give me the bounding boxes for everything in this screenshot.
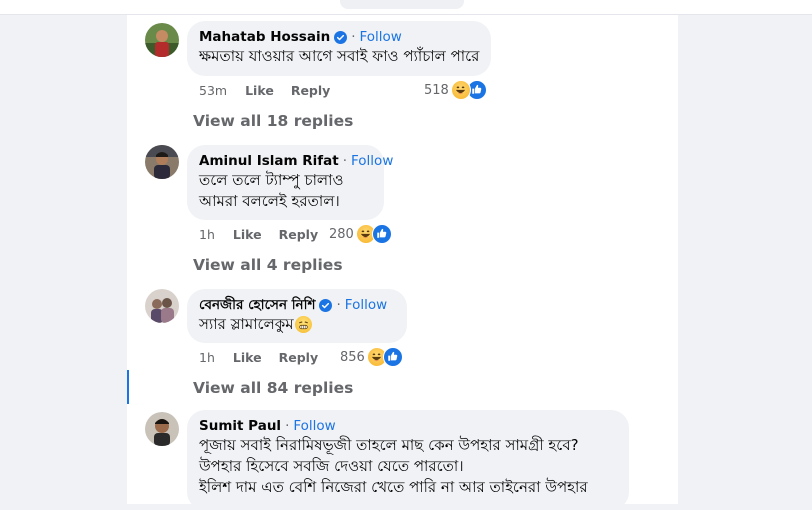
separator-dot: · bbox=[351, 29, 356, 45]
follow-button[interactable]: Follow bbox=[359, 28, 401, 46]
separator-dot: · bbox=[336, 297, 341, 313]
comment-author[interactable]: Aminul Islam Rifat bbox=[199, 152, 339, 170]
reply-button[interactable]: Reply bbox=[291, 83, 330, 98]
reaction-count: 280 bbox=[329, 226, 354, 242]
comment-time[interactable]: 1h bbox=[199, 350, 215, 365]
comment-text: পূজায় সবাই নিরামিষভূজী তাহলে মাছ কেন উপ… bbox=[199, 436, 579, 454]
comment-text: উপহার হিসেবে সবজি দেওয়া যেতে পারতো। bbox=[199, 457, 464, 475]
comment-actions: 1h Like Reply bbox=[199, 350, 318, 365]
like-reaction-icon bbox=[371, 224, 392, 244]
comment-actions: 53m Like Reply bbox=[199, 83, 330, 98]
haha-reaction-icon bbox=[450, 80, 471, 100]
comment-text: ইলিশ দাম এত বেশি নিজেরা খেতে পারি না আর … bbox=[199, 478, 588, 496]
separator-dot: · bbox=[342, 153, 348, 169]
like-button[interactable]: Like bbox=[245, 83, 274, 98]
comment-time[interactable]: 1h bbox=[199, 227, 215, 242]
comment-text: ক্ষমতায় যাওয়ার আগে সবাই ফাও প্যাঁচাল প… bbox=[199, 47, 480, 65]
comment-author[interactable]: বেনজীর হোসেন নিশি bbox=[199, 296, 315, 314]
comment-text: তলে তলে ট্যাম্পু চালাও bbox=[199, 171, 344, 189]
like-button[interactable]: Like bbox=[233, 227, 262, 242]
follow-button[interactable]: Follow bbox=[345, 296, 387, 314]
top-tab-indicator bbox=[340, 0, 464, 9]
like-button[interactable]: Like bbox=[233, 350, 262, 365]
top-bar bbox=[0, 0, 812, 15]
reaction-summary[interactable]: 518 bbox=[424, 80, 487, 100]
view-replies-link[interactable]: View all 84 replies bbox=[193, 379, 353, 397]
comment-author[interactable]: Sumit Paul bbox=[199, 417, 281, 435]
scroll-accent bbox=[127, 370, 129, 404]
avatar[interactable] bbox=[145, 145, 179, 179]
reaction-summary[interactable]: 856 bbox=[340, 347, 403, 367]
separator-dot: · bbox=[285, 418, 290, 434]
comment-author[interactable]: Mahatab Hossain bbox=[199, 28, 330, 46]
verified-badge-icon bbox=[319, 298, 333, 312]
comment-bubble: Aminul Islam Rifat · Follow তলে তলে ট্যা… bbox=[187, 145, 393, 220]
avatar[interactable] bbox=[145, 412, 179, 446]
comment-bubble: বেনজীর হোসেন নিশি · Follow স্যার স্লামাল… bbox=[187, 289, 407, 343]
comment-text: স্যার স্লামালেকুম bbox=[199, 315, 294, 333]
follow-button[interactable]: Follow bbox=[351, 152, 393, 170]
comment-actions: 1h Like Reply bbox=[199, 227, 318, 242]
reaction-summary[interactable]: 280 bbox=[329, 224, 392, 244]
view-replies-link[interactable]: View all 18 replies bbox=[193, 112, 353, 130]
view-replies-link[interactable]: View all 4 replies bbox=[193, 256, 343, 274]
comment-bubble: Mahatab Hossain · Follow ক্ষমতায় যাওয়া… bbox=[187, 21, 491, 76]
avatar[interactable] bbox=[145, 23, 179, 57]
reaction-count: 518 bbox=[424, 82, 449, 98]
avatar[interactable] bbox=[145, 289, 179, 323]
comment-time[interactable]: 53m bbox=[199, 83, 227, 98]
grimace-emoji-icon bbox=[294, 316, 312, 333]
reaction-count: 856 bbox=[340, 349, 365, 365]
comment-bubble: Sumit Paul · Follow পূজায় সবাই নিরামিষভ… bbox=[187, 410, 629, 510]
reply-button[interactable]: Reply bbox=[279, 227, 318, 242]
comment-text: আমরা বললেই হরতাল। bbox=[199, 192, 340, 210]
reply-button[interactable]: Reply bbox=[279, 350, 318, 365]
verified-badge-icon bbox=[334, 30, 348, 44]
like-reaction-icon bbox=[382, 347, 403, 367]
follow-button[interactable]: Follow bbox=[293, 417, 335, 435]
